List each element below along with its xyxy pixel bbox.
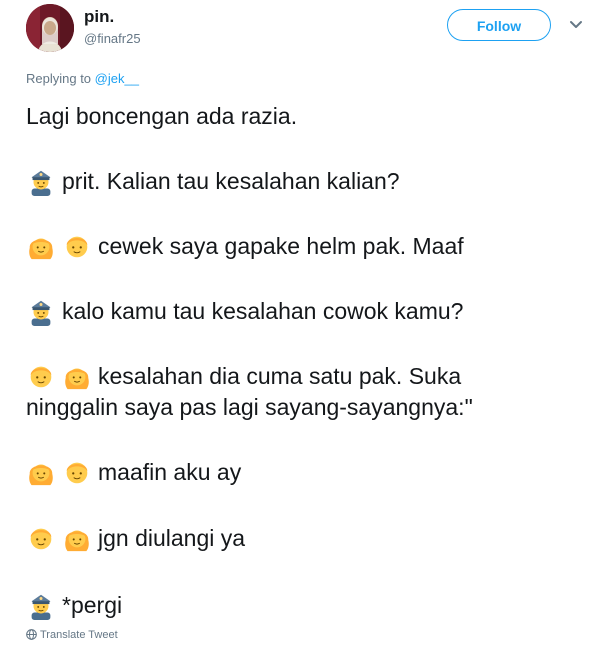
avatar-image bbox=[26, 4, 74, 52]
translate-label: Translate Tweet bbox=[40, 629, 118, 641]
boy-emoji-icon bbox=[26, 523, 56, 553]
boy-emoji-icon bbox=[26, 361, 56, 391]
tweet-line-text: kesalahan dia cuma satu pak. Suka bbox=[98, 363, 462, 389]
tweet-line-text: ninggalin saya pas lagi sayang-sayangnya… bbox=[26, 394, 473, 420]
girl-emoji-icon bbox=[26, 457, 56, 487]
display-name[interactable]: pin. bbox=[84, 7, 114, 27]
tweet-line: maafin aku ay bbox=[26, 457, 241, 487]
tweet-line-text: *pergi bbox=[62, 592, 123, 618]
tweet-line: ninggalin saya pas lagi sayang-sayangnya… bbox=[26, 392, 473, 422]
tweet-line: cewek saya gapake helm pak. Maaf bbox=[26, 231, 464, 261]
tweet-line-text: cewek saya gapake helm pak. Maaf bbox=[98, 233, 464, 259]
tweet-line: *pergi bbox=[26, 590, 122, 620]
boy-emoji-icon bbox=[62, 231, 92, 261]
tweet-line: kalo kamu tau kesalahan cowok kamu? bbox=[26, 296, 463, 326]
tweet-line: prit. Kalian tau kesalahan kalian? bbox=[26, 166, 400, 196]
girl-emoji-icon bbox=[62, 523, 92, 553]
follow-button[interactable]: Follow bbox=[447, 9, 551, 41]
boy-emoji-icon bbox=[62, 457, 92, 487]
reply-context: Replying to @jek__ bbox=[26, 71, 139, 86]
police-officer-emoji-icon bbox=[26, 296, 56, 326]
girl-emoji-icon bbox=[62, 361, 92, 391]
globe-icon bbox=[26, 629, 37, 640]
tweet-line-text: Lagi boncengan ada razia. bbox=[26, 103, 298, 129]
tweet-line-text: maafin aku ay bbox=[98, 459, 242, 485]
chevron-down-icon[interactable] bbox=[569, 20, 583, 30]
reply-mention-link[interactable]: @jek__ bbox=[95, 71, 139, 86]
reply-prefix: Replying to bbox=[26, 71, 95, 86]
tweet-line: jgn diulangi ya bbox=[26, 523, 245, 553]
avatar[interactable] bbox=[26, 4, 74, 52]
tweet-line: kesalahan dia cuma satu pak. Suka bbox=[26, 361, 461, 391]
tweet-line-text: kalo kamu tau kesalahan cowok kamu? bbox=[62, 298, 464, 324]
police-officer-emoji-icon bbox=[26, 590, 56, 620]
tweet-line-text: prit. Kalian tau kesalahan kalian? bbox=[62, 168, 400, 194]
police-officer-emoji-icon bbox=[26, 166, 56, 196]
user-handle[interactable]: @finafr25 bbox=[84, 31, 141, 46]
tweet-line-text: jgn diulangi ya bbox=[98, 525, 246, 551]
girl-emoji-icon bbox=[26, 231, 56, 261]
translate-tweet-link[interactable]: Translate Tweet bbox=[26, 629, 118, 641]
tweet-line: Lagi boncengan ada razia. bbox=[26, 101, 297, 131]
